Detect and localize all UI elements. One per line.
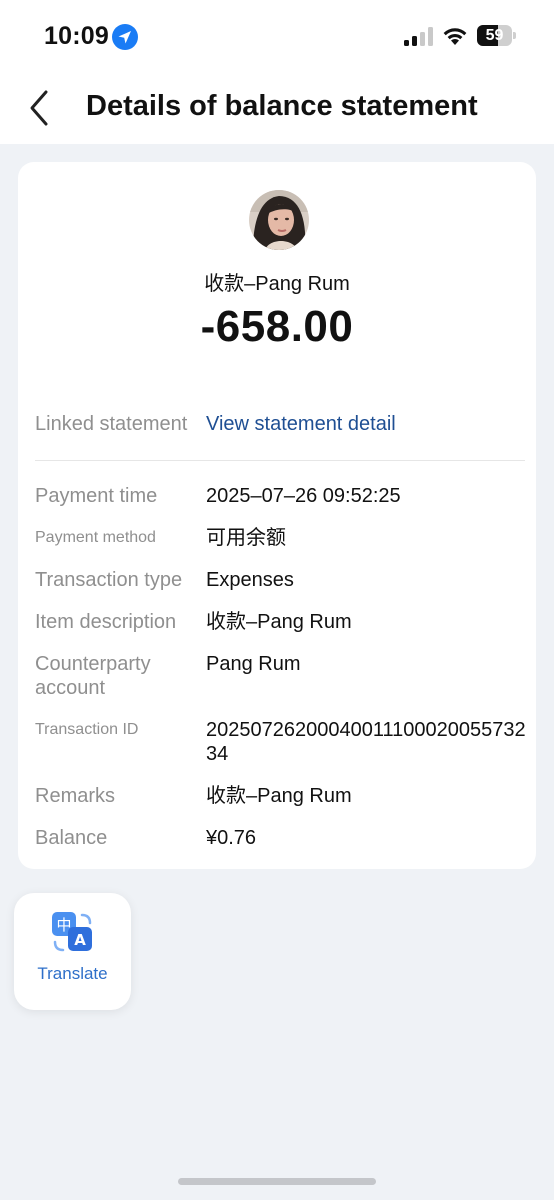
chevron-left-icon[interactable]: [26, 88, 52, 128]
detail-label: Remarks: [35, 785, 116, 807]
detail-label: Counterparty account: [35, 653, 151, 699]
detail-label: Payment method: [35, 529, 156, 546]
battery-icon: 59: [477, 25, 517, 46]
translate-button[interactable]: 中 A Translate: [14, 893, 131, 1010]
linked-statement-label: Linked statement: [35, 413, 188, 435]
wifi-icon: [443, 28, 467, 45]
statement-card: 收款–Pang Rum -658.00 Linked statement Vie…: [18, 162, 536, 869]
status-bar: 10:09 59: [0, 0, 554, 72]
detail-label: Transaction ID: [35, 721, 139, 738]
detail-value: 收款–Pang Rum: [206, 785, 352, 807]
detail-label: Item description: [35, 611, 177, 633]
avatar: [249, 190, 309, 250]
svg-text:A: A: [74, 931, 86, 949]
detail-label: Payment time: [35, 485, 158, 507]
divider: [35, 460, 525, 461]
home-indicator: [178, 1178, 376, 1185]
page-title: Details of balance statement: [86, 90, 478, 122]
detail-label: Transaction type: [35, 569, 183, 591]
battery-percent: 59: [485, 27, 504, 44]
detail-label: Balance: [35, 827, 108, 849]
detail-value: 2025–07–26 09:52:25: [206, 485, 401, 507]
translate-label: Translate: [37, 964, 108, 983]
signal-icon: [404, 27, 433, 46]
view-statement-detail-link[interactable]: View statement detail: [206, 412, 528, 436]
transaction-id-value: 2025072620004001110002005573234: [206, 719, 526, 765]
detail-value: 收款–Pang Rum: [206, 611, 352, 633]
transaction-amount: -658.00: [200, 302, 354, 351]
detail-value: Expenses: [206, 569, 294, 591]
detail-value: ¥0.76: [206, 827, 257, 849]
payee-name: 收款–Pang Rum: [204, 273, 350, 295]
nav-bar: Details of balance statement: [0, 72, 554, 144]
detail-value: 可用余额: [206, 527, 286, 549]
location-arrow-icon: [112, 24, 138, 50]
status-time: 10:09: [44, 22, 109, 50]
translate-icon: 中 A: [52, 912, 92, 952]
detail-value: Pang Rum: [206, 653, 301, 675]
